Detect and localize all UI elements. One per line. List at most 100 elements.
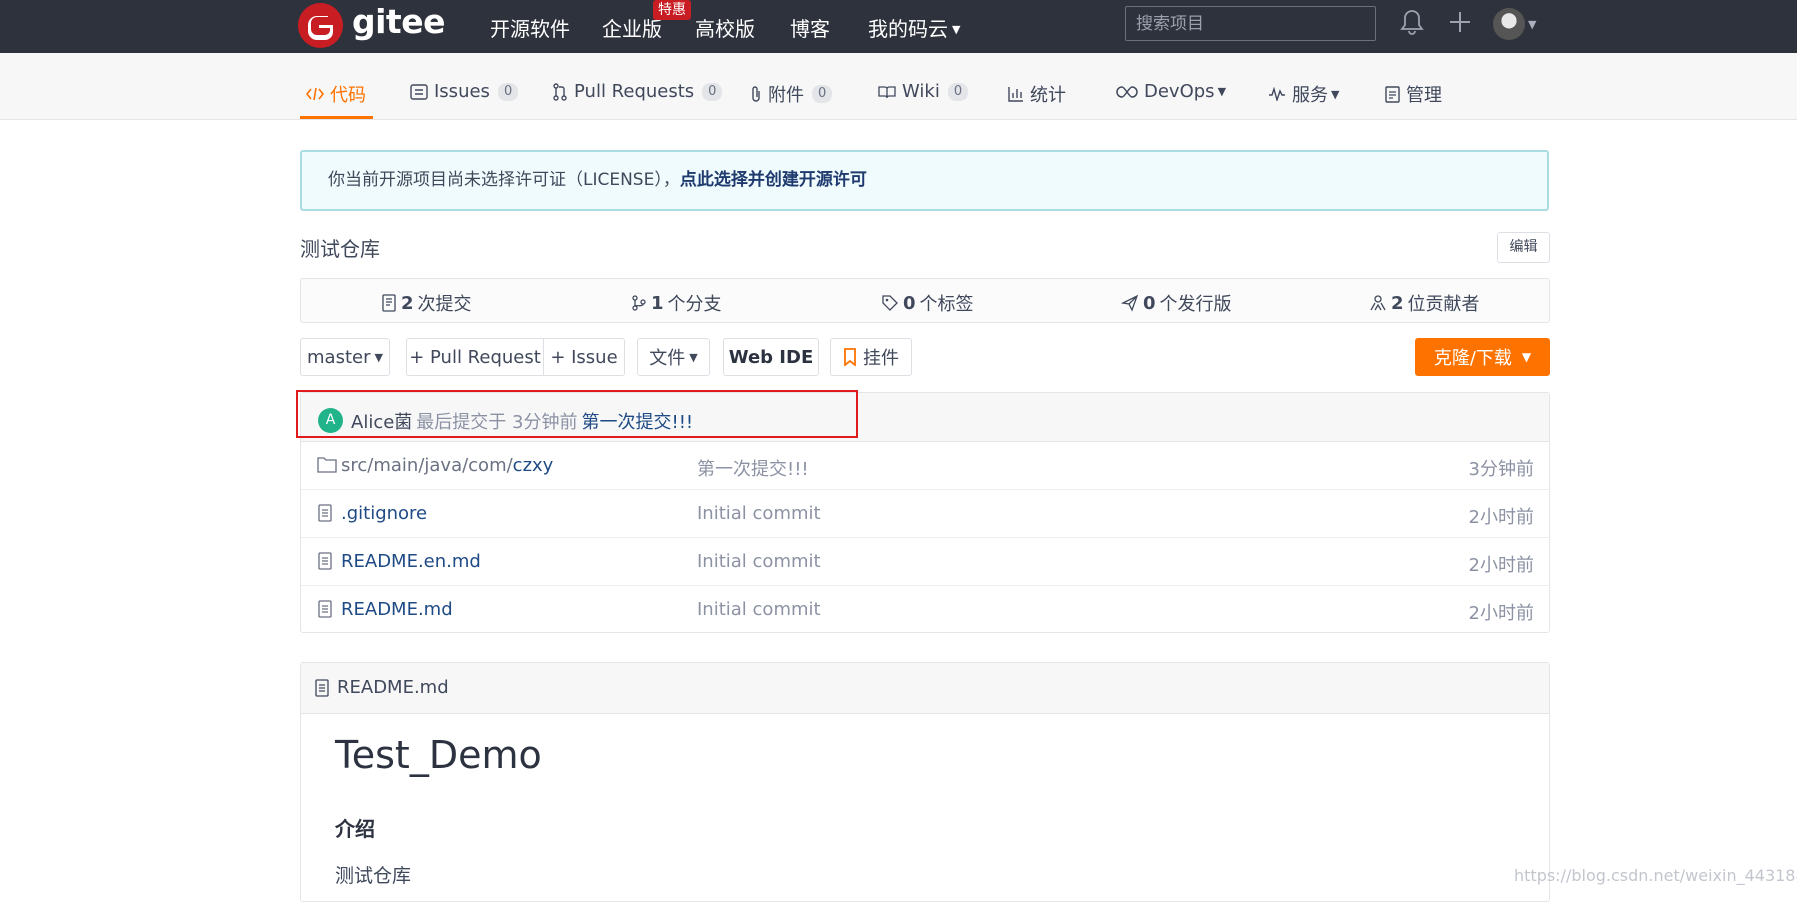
table-row[interactable]: .gitignore Initial commit 2小时前 [301, 490, 1549, 538]
table-row[interactable]: src/main/java/com/czxy 第一次提交!!! 3分钟前 [301, 442, 1549, 490]
chevron-down-icon: ▼ [1521, 350, 1532, 364]
readme-title: Test_Demo [335, 733, 542, 777]
tab-wiki[interactable]: Wiki 0 [878, 81, 969, 102]
file-commit-time: 2小时前 [1468, 603, 1534, 624]
tags-count: 0 [903, 292, 916, 314]
code-icon [306, 87, 324, 101]
license-notice-text: 你当前开源项目尚未选择许可证（LICENSE）， [328, 170, 680, 190]
branch-select[interactable]: master ▼ [300, 338, 390, 376]
tab-stats[interactable]: 统计 [1008, 81, 1066, 107]
widget-button[interactable]: 挂件 [830, 338, 912, 376]
clone-download-button[interactable]: 克隆/下载 ▼ [1415, 338, 1550, 376]
top-navbar: gitee 开源软件 企业版 特惠 高校版 博客 我的码云▼ ▼ [0, 0, 1797, 53]
tab-service[interactable]: 服务 ▼ [1268, 81, 1339, 107]
nav-my-gitee[interactable]: 我的码云 ▼ [868, 13, 960, 42]
edit-button[interactable]: 编辑 [1497, 232, 1550, 263]
attachments-count: 0 [812, 85, 833, 103]
table-row[interactable]: README.en.md Initial commit 2小时前 [301, 538, 1549, 586]
new-pull-request-button[interactable]: + Pull Request [406, 338, 544, 376]
tab-devops-label: DevOps [1144, 81, 1215, 102]
tab-pull-requests[interactable]: Pull Requests 0 [552, 81, 723, 102]
logo-text[interactable]: gitee [352, 2, 445, 41]
folder-name: czxy [512, 455, 554, 476]
file-commit-time: 2小时前 [1468, 507, 1534, 528]
tab-pull-requests-label: Pull Requests [574, 81, 695, 102]
license-notice: 你当前开源项目尚未选择许可证（LICENSE），点此选择并创建开源许可 [300, 150, 1549, 211]
release-icon [1121, 294, 1139, 312]
table-row[interactable]: README.md Initial commit 2小时前 [301, 586, 1549, 633]
stat-commits[interactable]: 2 次提交 [381, 290, 472, 316]
new-issue-button[interactable]: + Issue [543, 338, 625, 376]
readme-panel: README.md Test_Demo 介绍 测试仓库 [300, 662, 1550, 902]
tab-attachments[interactable]: 附件 0 [750, 81, 833, 107]
file-icon [318, 552, 332, 570]
tab-issues[interactable]: Issues 0 [410, 81, 519, 102]
chevron-down-icon: ▼ [952, 23, 961, 36]
stat-branches[interactable]: 1 个分支 [631, 290, 722, 316]
tab-wiki-label: Wiki [902, 81, 940, 102]
file-icon [318, 600, 332, 618]
issues-icon [410, 83, 428, 100]
commits-count: 2 [401, 292, 414, 314]
wiki-count: 0 [947, 82, 969, 101]
pull-request-icon [553, 82, 567, 101]
file-commit-message[interactable]: Initial commit [697, 551, 821, 572]
tags-label: 个标签 [919, 294, 974, 315]
gitee-logo-icon[interactable] [298, 3, 343, 48]
search-input[interactable] [1125, 6, 1376, 41]
readme-section-heading: 介绍 [335, 817, 375, 841]
bell-icon[interactable] [1400, 8, 1424, 40]
file-commit-message[interactable]: Initial commit [697, 503, 821, 524]
files-dropdown[interactable]: 文件 ▼ [637, 338, 710, 376]
file-name-link[interactable]: src/main/java/com/czxy [341, 455, 553, 476]
releases-label: 个发行版 [1159, 294, 1232, 315]
file-commit-message[interactable]: Initial commit [697, 599, 821, 620]
readme-paragraph: 测试仓库 [335, 865, 412, 887]
file-name-link[interactable]: .gitignore [341, 503, 427, 524]
nav-university[interactable]: 高校版 [695, 13, 755, 42]
devops-icon [1116, 85, 1138, 98]
license-create-link[interactable]: 点此选择并创建开源许可 [680, 170, 867, 190]
pull-requests-count: 0 [702, 82, 723, 101]
tab-code[interactable]: 代码 [306, 81, 366, 107]
chevron-down-icon[interactable]: ▼ [1528, 18, 1536, 31]
contributors-icon [1370, 295, 1386, 311]
file-commit-time: 2小时前 [1468, 555, 1534, 576]
nav-open-source[interactable]: 开源软件 [490, 13, 570, 42]
folder-icon [317, 457, 337, 473]
manage-icon [1385, 85, 1400, 103]
chevron-down-icon: ▼ [689, 350, 698, 364]
widget-label: 挂件 [863, 348, 899, 369]
file-commit-time: 3分钟前 [1468, 459, 1534, 480]
web-ide-button[interactable]: Web IDE [723, 338, 819, 376]
tab-issues-label: Issues [434, 81, 490, 102]
branch-name: master [307, 346, 371, 368]
readme-header: README.md [301, 663, 1549, 714]
tab-attachments-label: 附件 [768, 85, 804, 106]
file-name-link[interactable]: README.en.md [341, 551, 481, 572]
repo-stats-bar: 2 次提交 1 个分支 0 个标签 0 个发行版 2 位贡献者 [300, 278, 1550, 323]
tab-service-label: 服务 [1292, 85, 1328, 106]
plus-icon[interactable] [1448, 8, 1472, 40]
stat-contributors[interactable]: 2 位贡献者 [1369, 290, 1480, 316]
stat-releases[interactable]: 0 个发行版 [1121, 290, 1232, 316]
clone-download-label: 克隆/下载 [1433, 348, 1512, 369]
stat-tags[interactable]: 0 个标签 [881, 290, 974, 316]
chevron-down-icon: ▼ [1331, 87, 1340, 101]
service-icon [1269, 87, 1285, 101]
tab-devops[interactable]: DevOps ▼ [1116, 81, 1226, 102]
files-label: 文件 [649, 348, 686, 369]
contributors-count: 2 [1391, 292, 1404, 314]
tab-manage-label: 管理 [1406, 85, 1442, 106]
branches-count: 1 [651, 292, 664, 314]
branch-icon [632, 295, 646, 311]
repo-description: 测试仓库 [300, 237, 380, 261]
wiki-icon [878, 85, 896, 98]
stats-icon [1008, 87, 1023, 102]
tab-manage[interactable]: 管理 [1385, 81, 1442, 107]
watermark: https://blog.csdn.net/weixin_44318830 [1514, 866, 1797, 885]
file-commit-message[interactable]: 第一次提交!!! [697, 455, 809, 481]
file-name-link[interactable]: README.md [341, 599, 453, 620]
user-avatar[interactable] [1493, 8, 1525, 40]
nav-blog[interactable]: 博客 [790, 13, 830, 42]
